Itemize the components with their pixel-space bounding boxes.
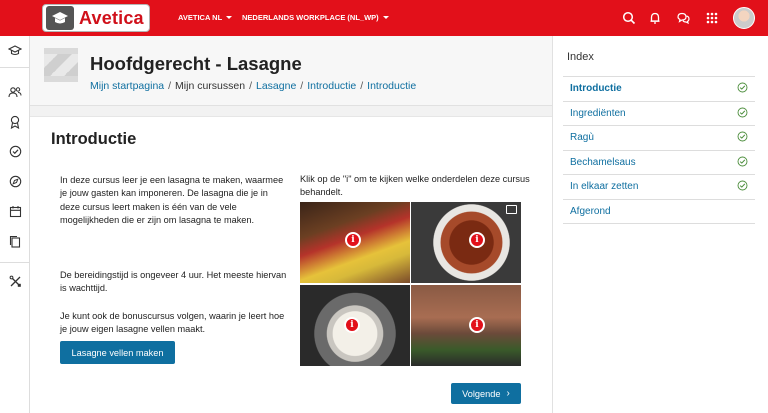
chat-icon[interactable] — [674, 9, 692, 27]
check-circle-icon[interactable] — [7, 143, 23, 159]
check-circle-icon — [737, 82, 748, 93]
index-item-label: Ragù — [570, 132, 594, 144]
breadcrumb-course[interactable]: Lasagne — [256, 80, 296, 92]
index-item-label: Ingrediënten — [570, 107, 626, 119]
index-item-label: Bechamelsaus — [570, 156, 636, 168]
index-item-ragu[interactable]: Ragù — [563, 126, 755, 151]
page-header: Hoofdgerecht - Lasagne Mijn startpagina /… — [30, 36, 552, 106]
index-item-label: Introductie — [570, 83, 622, 95]
search-icon[interactable] — [620, 9, 638, 27]
menu-avetica-nl-label: AVETICA NL — [178, 13, 223, 22]
info-hotspot-assembly[interactable]: i — [469, 317, 485, 333]
course-thumbnail — [44, 48, 78, 82]
sidebar-divider — [0, 262, 30, 263]
graduation-cap-icon[interactable] — [7, 43, 23, 59]
users-icon[interactable] — [7, 84, 23, 100]
index-item-afgerond[interactable]: Afgerond — [563, 200, 755, 224]
next-button[interactable]: Volgende › — [451, 383, 521, 404]
image-bechamel-whisk: i — [300, 285, 410, 366]
info-hotspot-ingredients[interactable]: i — [345, 232, 361, 248]
image-ragu-pan: i — [411, 202, 521, 283]
caret-down-icon — [226, 16, 233, 19]
graduation-cap-logo-icon — [46, 6, 74, 30]
logo-text: Avetica — [79, 7, 144, 28]
index-item-introductie[interactable]: Introductie — [563, 77, 755, 102]
expand-icon[interactable] — [506, 205, 517, 214]
index-item-label: In elkaar zetten — [570, 181, 639, 193]
bell-icon[interactable] — [646, 9, 664, 27]
menu-workplace[interactable]: NEDERLANDS WORKPLACE (NL_WP) — [242, 13, 389, 22]
course-image-grid: i i i i — [300, 202, 522, 366]
index-title: Index — [567, 51, 594, 63]
image-market-produce: i — [300, 202, 410, 283]
calendar-icon[interactable] — [7, 203, 23, 219]
tools-icon[interactable] — [7, 273, 23, 289]
apps-grid-icon[interactable] — [703, 9, 721, 27]
main-content: Introductie In deze cursus leer je een l… — [30, 106, 552, 413]
check-circle-icon — [737, 131, 748, 142]
left-sidebar — [0, 36, 30, 413]
index-item-in-elkaar-zetten[interactable]: In elkaar zetten — [563, 175, 755, 200]
lesson-card: Introductie In deze cursus leer je een l… — [30, 116, 552, 413]
avetica-logo[interactable]: Avetica — [42, 4, 150, 32]
check-circle-icon — [737, 156, 748, 166]
check-circle-icon — [737, 180, 748, 191]
sidebar-divider — [0, 67, 30, 68]
menu-avetica-nl[interactable]: AVETICA NL — [178, 13, 233, 22]
image-family-cooking: i — [411, 285, 521, 366]
index-item-label: Afgerond — [570, 205, 611, 217]
duration-paragraph: De bereidingstijd is ongeveer 4 uur. Het… — [60, 270, 287, 294]
next-button-label: Volgende — [462, 388, 501, 399]
caret-down-icon — [382, 16, 389, 19]
index-item-ingredienten[interactable]: Ingrediënten — [563, 102, 755, 126]
breadcrumb-my-courses: Mijn cursussen — [175, 80, 246, 92]
breadcrumb: Mijn startpagina / Mijn cursussen / Lasagne /… — [90, 80, 417, 92]
bonus-paragraph: Je kunt ook de bonuscursus volgen, waari… — [60, 311, 285, 335]
top-navbar: Avetica AVETICA NL NEDERLANDS WORKPLACE … — [0, 0, 768, 36]
compass-icon[interactable] — [7, 173, 23, 189]
instruction-text: Klik op de "i" om te kijken welke onderd… — [300, 174, 530, 198]
bonus-course-button[interactable]: Lasagne vellen maken — [60, 341, 175, 364]
breadcrumb-home[interactable]: Mijn startpagina — [90, 80, 164, 92]
breadcrumb-section[interactable]: Introductie — [307, 80, 356, 92]
lesson-heading: Introductie — [51, 130, 137, 148]
info-hotspot-ragu[interactable]: i — [469, 232, 485, 248]
award-icon[interactable] — [7, 114, 23, 130]
chevron-right-icon: › — [506, 388, 510, 399]
check-circle-icon — [737, 107, 748, 117]
index-item-bechamelsaus[interactable]: Bechamelsaus — [563, 151, 755, 175]
breadcrumb-page[interactable]: Introductie — [367, 80, 416, 92]
index-panel: Index Introductie Ingrediënten Ragù Bech… — [552, 36, 768, 413]
user-avatar[interactable] — [733, 7, 755, 29]
info-hotspot-bechamel[interactable]: i — [344, 317, 360, 333]
menu-workplace-label: NEDERLANDS WORKPLACE (NL_WP) — [242, 13, 379, 22]
page-title: Hoofdgerecht - Lasagne — [90, 53, 302, 74]
intro-paragraph: In deze cursus leer je een lasagna te ma… — [60, 175, 284, 226]
copy-icon[interactable] — [7, 233, 23, 249]
